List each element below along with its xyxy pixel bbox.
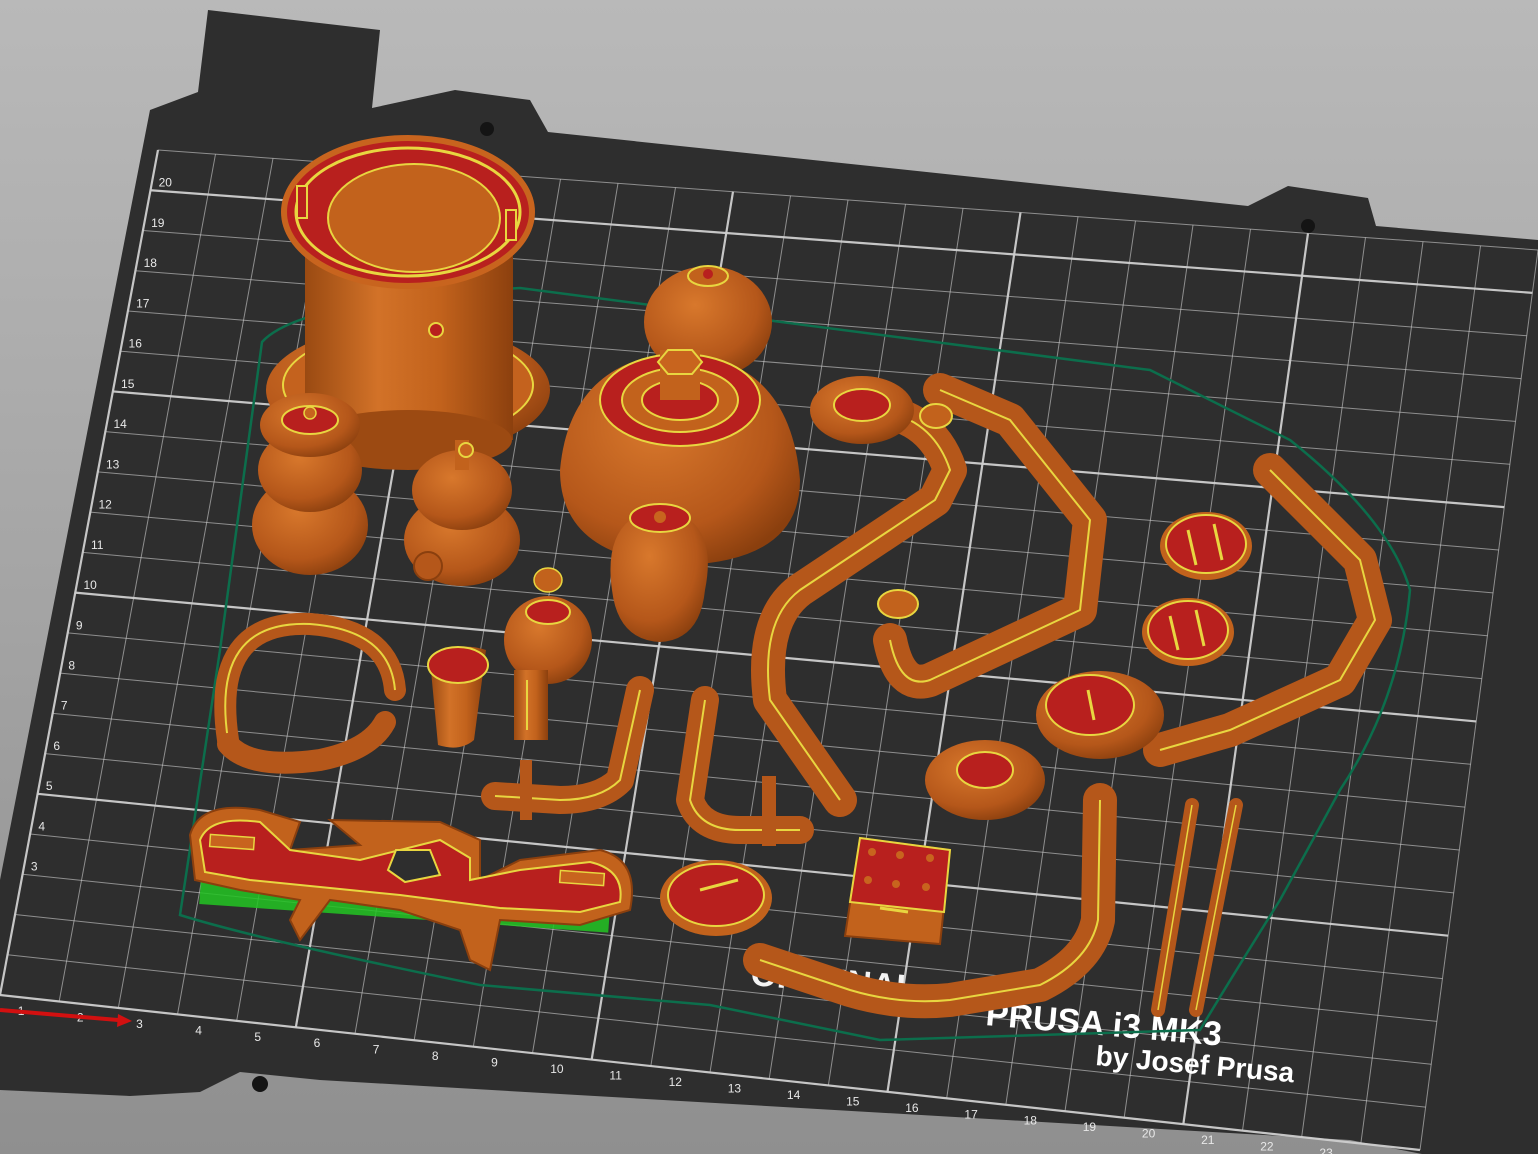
y-tick-label: 6	[53, 739, 60, 753]
bottle[interactable]	[610, 503, 708, 642]
bulb-stack-left[interactable]	[252, 393, 368, 575]
x-tick-label: 10	[550, 1062, 564, 1076]
x-tick-label: 9	[491, 1056, 498, 1070]
disc-top[interactable]	[1160, 512, 1252, 580]
x-tick-label: 7	[373, 1043, 380, 1057]
x-tick-label: 12	[669, 1075, 683, 1089]
y-tick-label: 5	[46, 779, 53, 793]
x-tick-label: 8	[432, 1049, 439, 1063]
x-tick-label: 23	[1319, 1146, 1333, 1154]
x-tick-label: 4	[195, 1023, 202, 1037]
x-tick-label: 22	[1260, 1140, 1274, 1154]
y-tick-label: 19	[151, 216, 165, 230]
x-tick-label: 17	[964, 1107, 978, 1121]
y-tick-label: 14	[114, 417, 128, 431]
y-tick-label: 13	[106, 457, 120, 471]
y-tick-label: 18	[144, 256, 158, 270]
x-tick-label: 16	[905, 1101, 919, 1115]
y-tick-label: 7	[61, 699, 68, 713]
x-tick-label: 19	[1083, 1120, 1097, 1134]
x-tick-label: 14	[787, 1088, 801, 1102]
y-tick-label: 16	[129, 337, 143, 351]
x-tick-label: 21	[1201, 1133, 1215, 1147]
y-tick-label: 8	[68, 658, 75, 672]
x-tick-label: 5	[254, 1030, 261, 1044]
y-tick-label: 12	[98, 498, 112, 512]
3d-viewport[interactable]: 12 3 4 5 6 7 8 9 10 11 12 13 14 15 16 17 18 19 20 21 22 23 20…	[0, 0, 1538, 1154]
y-tick-label: 10	[83, 578, 97, 592]
control-block[interactable]	[843, 836, 952, 946]
y-tick-label: 20	[159, 176, 173, 190]
y-tick-label: 17	[136, 296, 150, 310]
x-tick-label: 20	[1142, 1127, 1156, 1141]
x-tick-label: 13	[728, 1081, 742, 1095]
y-tick-label: 11	[91, 538, 104, 552]
x-tick-label: 11	[609, 1069, 622, 1083]
x-tick-label: 3	[136, 1017, 143, 1031]
y-tick-label: 15	[121, 377, 135, 391]
y-tick-label: 4	[38, 819, 45, 833]
x-tick-label: 15	[846, 1094, 860, 1108]
y-tick-label: 3	[31, 860, 38, 874]
disc-bottom[interactable]	[1142, 598, 1234, 666]
x-tick-label: 6	[314, 1036, 321, 1050]
x-tick-label: 18	[1024, 1114, 1038, 1128]
y-tick-label: 9	[76, 618, 83, 632]
